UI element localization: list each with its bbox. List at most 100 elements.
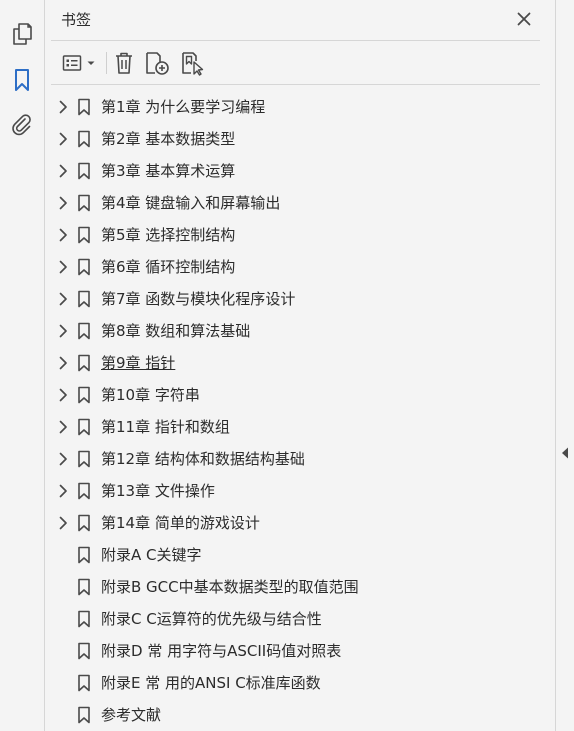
bookmark-label[interactable]: 第4章 键盘输入和屏幕输出 [101,193,280,213]
bookmark-icon [78,290,90,308]
bookmark-label[interactable]: 附录C C运算符的优先级与结合性 [101,609,322,629]
chevron-right-icon[interactable] [56,291,70,307]
chevron-right-icon[interactable] [56,483,70,499]
bookmark-label[interactable]: 附录A C关键字 [101,545,202,565]
bookmarks-toolbar [45,44,545,82]
bookmark-icon [78,386,90,404]
bookmark-label[interactable]: 第2章 基本数据类型 [101,129,235,149]
toolbar-bottom-divider [51,84,540,85]
bookmark-item[interactable]: 第3章 基本算术运算 [45,155,545,187]
bookmark-label[interactable]: 第12章 结构体和数据结构基础 [101,449,305,469]
bookmark-label[interactable]: 第10章 字符串 [101,385,200,405]
bookmark-icon [78,674,90,692]
delete-bookmark-button[interactable] [111,49,137,77]
page-thumbnails-button[interactable] [8,20,36,48]
toolbar-divider [106,52,107,74]
bookmark-icon [78,642,90,660]
bookmark-item[interactable]: 第10章 字符串 [45,379,545,411]
bookmark-icon [78,610,90,628]
chevron-right-icon[interactable] [56,259,70,275]
bookmark-label[interactable]: 附录D 常 用字符与ASCII码值对照表 [101,641,341,661]
bookmark-icon [78,162,90,180]
bookmark-label[interactable]: 第8章 数组和算法基础 [101,321,250,341]
bookmark-label[interactable]: 第14章 简单的游戏设计 [101,513,260,533]
chevron-down-icon [87,61,95,65]
bookmark-from-selection-button[interactable] [179,49,207,77]
bookmark-item[interactable]: 第13章 文件操作 [45,475,545,507]
bookmark-item[interactable]: 第5章 选择控制结构 [45,219,545,251]
pages-icon [13,23,32,45]
close-panel-button[interactable] [513,8,535,30]
chevron-right-icon[interactable] [56,131,70,147]
bookmark-item[interactable]: 第8章 数组和算法基础 [45,315,545,347]
bookmark-item[interactable]: 附录A C关键字 [45,539,545,571]
bookmarks-panel: 书签 第1章 为什么要学习编程 第2章 基本数据类型 第3章 基本算术运算 第4… [45,0,555,731]
bookmark-item[interactable]: 第1章 为什么要学习编程 [45,91,545,123]
bookmark-item[interactable]: 第12章 结构体和数据结构基础 [45,443,545,475]
bookmark-icon [78,226,90,244]
bookmark-icon [78,450,90,468]
chevron-right-icon[interactable] [56,323,70,339]
bookmark-label[interactable]: 参考文献 [101,705,161,725]
bookmark-from-selection-icon [182,52,204,76]
bookmark-icon [78,322,90,340]
chevron-right-icon[interactable] [56,355,70,371]
header-divider [51,40,540,41]
bookmark-label[interactable]: 第9章 指针 [101,353,175,373]
bookmark-label[interactable]: 第6章 循环控制结构 [101,257,235,277]
panel-collapse-strip[interactable] [555,0,574,731]
bookmark-icon [78,98,90,116]
bookmark-label[interactable]: 第11章 指针和数组 [101,417,230,437]
new-bookmark-button[interactable] [143,49,171,77]
bookmark-item[interactable]: 第6章 循环控制结构 [45,251,545,283]
bookmark-label[interactable]: 第5章 选择控制结构 [101,225,235,245]
chevron-right-icon[interactable] [56,195,70,211]
bookmark-icon [78,418,90,436]
chevron-right-icon[interactable] [56,515,70,531]
options-list-icon [62,55,82,71]
bookmark-label[interactable]: 附录B GCC中基本数据类型的取值范围 [101,577,359,597]
bookmark-icon [78,130,90,148]
collapse-arrow-icon[interactable] [560,446,570,460]
bookmark-icon [78,578,90,596]
bookmark-label[interactable]: 第7章 函数与模块化程序设计 [101,289,295,309]
bookmark-icon [78,706,90,724]
chevron-right-icon[interactable] [56,227,70,243]
navigation-rail [0,0,45,731]
chevron-right-icon[interactable] [56,99,70,115]
new-bookmark-icon [146,52,169,75]
paperclip-icon [12,114,31,136]
chevron-right-icon[interactable] [56,451,70,467]
bookmark-item[interactable]: 附录D 常 用字符与ASCII码值对照表 [45,635,545,667]
bookmark-item[interactable]: 第2章 基本数据类型 [45,123,545,155]
bookmark-item[interactable]: 附录C C运算符的优先级与结合性 [45,603,545,635]
bookmark-label[interactable]: 附录E 常 用的ANSI C标准库函数 [101,673,321,693]
chevron-right-icon[interactable] [56,419,70,435]
bookmark-item[interactable]: 参考文献 [45,699,545,731]
bookmark-icon [78,354,90,372]
panel-title: 书签 [61,11,92,29]
bookmark-item[interactable]: 第14章 简单的游戏设计 [45,507,545,539]
bookmark-label[interactable]: 第3章 基本算术运算 [101,161,235,181]
bookmark-item[interactable]: 第4章 键盘输入和屏幕输出 [45,187,545,219]
bookmark-label[interactable]: 第1章 为什么要学习编程 [101,97,265,117]
bookmark-icon [78,514,90,532]
bookmarks-button[interactable] [8,66,36,94]
bookmark-item[interactable]: 第7章 函数与模块化程序设计 [45,283,545,315]
bookmark-icon [78,546,90,564]
trash-icon [116,52,132,74]
bookmark-icon [78,482,90,500]
bookmark-item[interactable]: 第9章 指针 [45,347,545,379]
bookmark-icon [78,258,90,276]
bookmark-item[interactable]: 附录E 常 用的ANSI C标准库函数 [45,667,545,699]
chevron-right-icon[interactable] [56,163,70,179]
chevron-right-icon[interactable] [56,387,70,403]
bookmark-icon [15,69,29,91]
bookmark-icon [78,194,90,212]
close-icon [517,12,531,26]
bookmark-item[interactable]: 附录B GCC中基本数据类型的取值范围 [45,571,545,603]
bookmark-label[interactable]: 第13章 文件操作 [101,481,215,501]
bookmark-item[interactable]: 第11章 指针和数组 [45,411,545,443]
attachments-button[interactable] [8,111,36,139]
options-menu-button[interactable] [59,49,99,77]
